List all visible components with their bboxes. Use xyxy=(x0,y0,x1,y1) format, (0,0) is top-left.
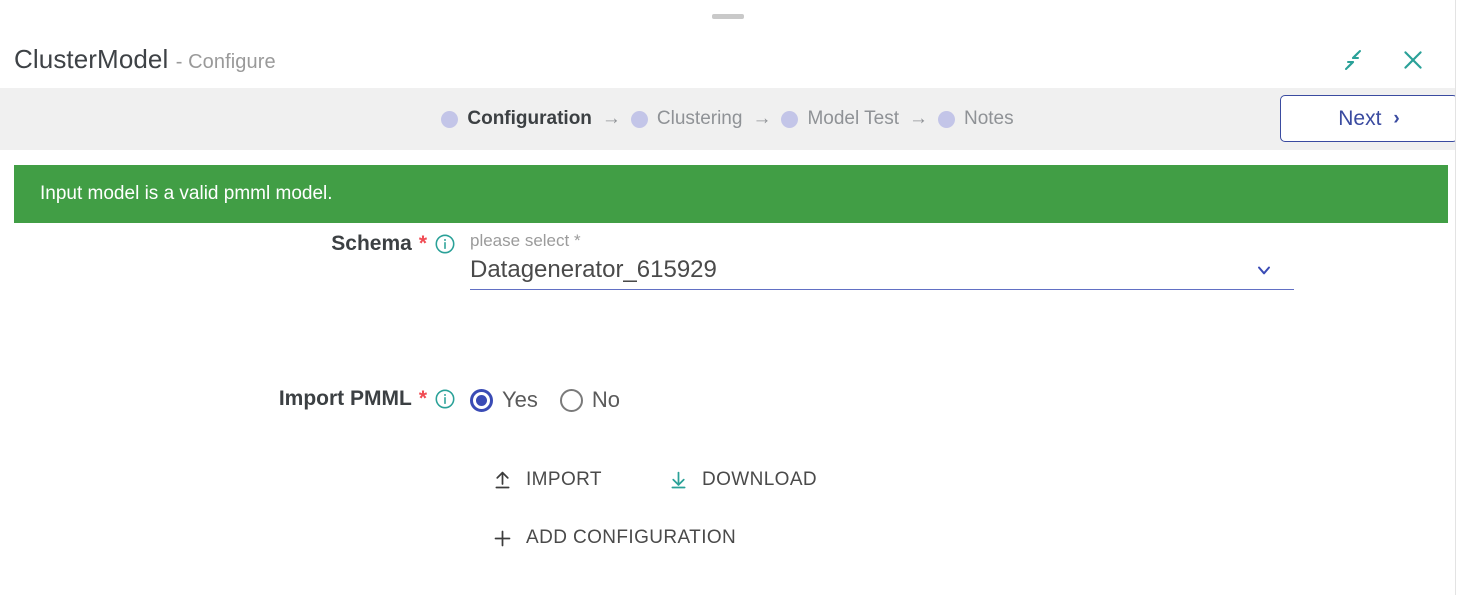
add-configuration-button[interactable]: ADD CONFIGURATION xyxy=(492,527,736,549)
import-pmml-row: Import PMML * Yes No IMPORT DOWNLOAD ADD… xyxy=(0,387,1455,549)
step-dot-icon xyxy=(630,110,648,128)
drag-handle[interactable] xyxy=(711,13,744,19)
step-clustering[interactable]: Clustering xyxy=(630,108,743,130)
radio-option-label: Yes xyxy=(502,387,538,413)
schema-select-caption: please select * xyxy=(470,231,581,250)
success-banner: Input model is a valid pmml model. xyxy=(14,165,1448,223)
download-button-label: DOWNLOAD xyxy=(701,469,818,491)
download-icon xyxy=(668,470,689,491)
step-arrow-icon: → xyxy=(752,108,772,129)
radio-option-yes[interactable]: Yes xyxy=(470,387,538,413)
scrollbar-thumb[interactable] xyxy=(1457,0,1463,300)
plus-icon xyxy=(492,528,513,549)
page-title-main: ClusterModel xyxy=(14,44,169,74)
download-button[interactable]: DOWNLOAD xyxy=(668,469,817,491)
pmml-actions-row: IMPORT DOWNLOAD xyxy=(492,469,1455,491)
radio-mark-icon xyxy=(470,388,493,412)
schema-select[interactable]: please select * Datagenerator_615929 xyxy=(470,231,1294,291)
add-configuration-label: ADD CONFIGURATION xyxy=(526,527,737,549)
add-configuration-row: ADD CONFIGURATION xyxy=(492,527,1455,549)
page-title-sub: - Configure xyxy=(175,51,276,73)
chevron-right-icon: › xyxy=(1393,108,1400,129)
info-icon[interactable] xyxy=(434,233,456,255)
configuration-form: Schema * please select * Datagenerator_6… xyxy=(0,231,1455,549)
schema-field: please select * Datagenerator_615929 xyxy=(470,231,1455,291)
step-configuration[interactable]: Configuration xyxy=(441,108,592,130)
step-dot-icon xyxy=(441,110,459,128)
import-pmml-label: Import PMML * xyxy=(0,387,470,411)
schema-label-text: Schema xyxy=(331,232,412,255)
import-button[interactable]: IMPORT xyxy=(492,469,602,491)
schema-select-control[interactable]: Datagenerator_615929 xyxy=(470,256,1294,291)
step-label: Model Test xyxy=(807,108,899,129)
step-arrow-icon: → xyxy=(908,108,928,129)
vertical-scrollbar[interactable] xyxy=(1455,0,1463,595)
step-dot-icon xyxy=(781,110,799,128)
schema-select-value: Datagenerator_615929 xyxy=(470,255,717,283)
step-label: Notes xyxy=(963,108,1014,129)
close-icon[interactable] xyxy=(1393,40,1433,80)
success-banner-message: Input model is a valid pmml model. xyxy=(40,183,333,204)
required-asterisk: * xyxy=(418,232,427,255)
import-pmml-radio-group: Yes No xyxy=(470,387,1455,413)
import-pmml-field: Yes No IMPORT DOWNLOAD ADD CONFIGURATION xyxy=(470,387,1455,549)
schema-label: Schema * xyxy=(0,232,470,256)
import-button-label: IMPORT xyxy=(526,469,602,491)
window-drag-area[interactable] xyxy=(0,0,1455,32)
radio-mark-icon xyxy=(559,388,583,412)
info-icon[interactable] xyxy=(434,388,456,410)
step-model-test[interactable]: Model Test xyxy=(781,108,899,130)
page-title: ClusterModel - Configure xyxy=(14,44,276,75)
radio-option-no[interactable]: No xyxy=(559,387,621,413)
schema-row: Schema * please select * Datagenerator_6… xyxy=(0,231,1455,291)
next-button[interactable]: Next › xyxy=(1280,95,1458,142)
radio-option-label: No xyxy=(591,387,621,413)
required-asterisk: * xyxy=(418,387,427,411)
step-arrow-icon: → xyxy=(601,108,621,129)
import-pmml-label-text: Import PMML xyxy=(278,387,412,411)
collapse-icon[interactable] xyxy=(1333,40,1373,80)
step-label: Clustering xyxy=(656,108,743,129)
stepper-bar: Configuration → Clustering → Model Test … xyxy=(0,88,1455,150)
stepper: Configuration → Clustering → Model Test … xyxy=(441,108,1014,130)
upload-icon xyxy=(492,470,513,491)
title-bar: ClusterModel - Configure xyxy=(0,32,1455,87)
chevron-down-icon[interactable] xyxy=(1254,260,1294,280)
next-button-label: Next xyxy=(1338,106,1382,130)
step-notes[interactable]: Notes xyxy=(937,108,1014,130)
step-label: Configuration xyxy=(467,108,592,129)
step-dot-icon xyxy=(937,110,955,128)
